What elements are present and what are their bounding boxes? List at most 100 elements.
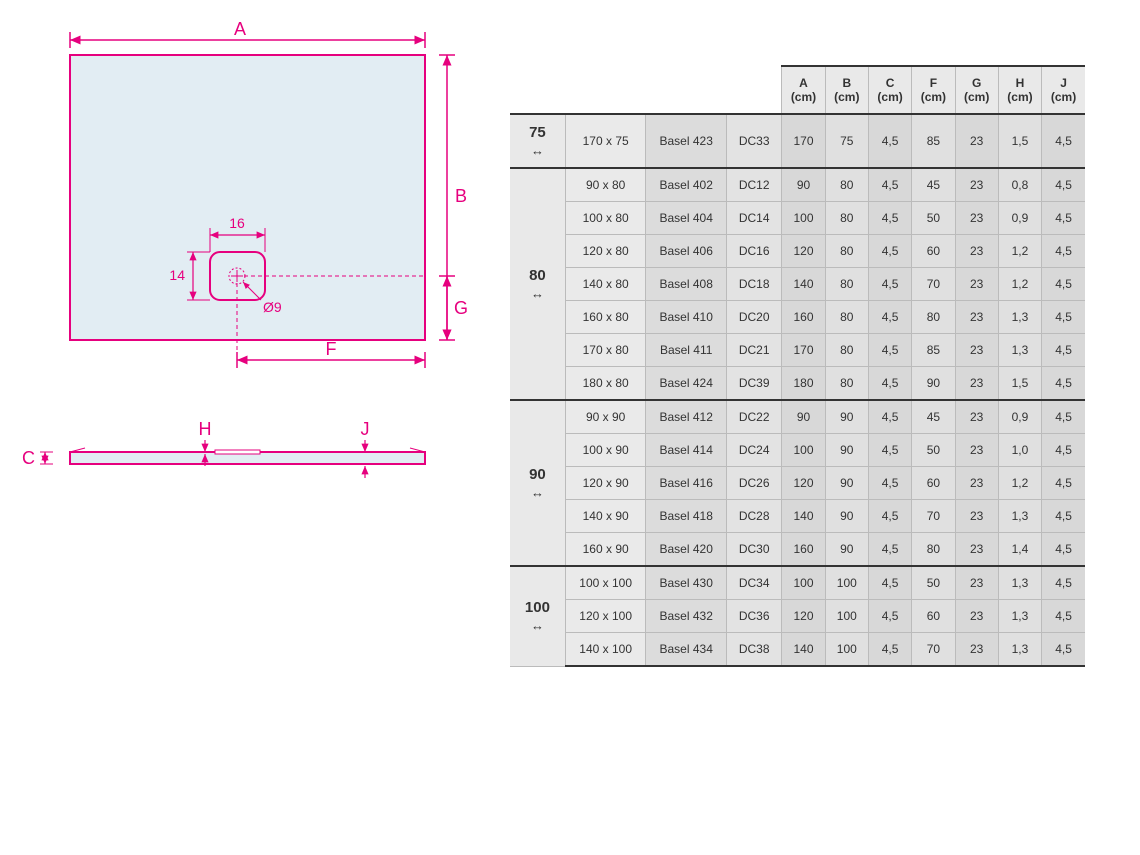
dim-G: 23	[955, 168, 998, 202]
dim-C: 4,5	[868, 367, 911, 401]
dim-A: 90	[782, 168, 825, 202]
dim-J: 4,5	[1042, 600, 1085, 633]
dim-G: 23	[955, 301, 998, 334]
table-row: 170 x 80Basel 411DC21170804,585231,34,5	[510, 334, 1085, 367]
dim-B: 80	[825, 301, 868, 334]
dim-F: 70	[912, 633, 955, 667]
dim-A: 160	[782, 533, 825, 567]
dim-B: 80	[825, 202, 868, 235]
dim-A: 170	[782, 334, 825, 367]
dim-F: 70	[912, 500, 955, 533]
dim-F: 90	[912, 367, 955, 401]
dim-B: 80	[825, 367, 868, 401]
dim-H: 1,3	[998, 334, 1041, 367]
dim-F: 50	[912, 202, 955, 235]
dim-H: 1,3	[998, 301, 1041, 334]
dim-label-C: C	[22, 448, 35, 468]
size-cell: 170 x 75	[565, 114, 646, 168]
code-cell: DC33	[726, 114, 781, 168]
dim-J: 4,5	[1042, 566, 1085, 600]
size-cell: 160 x 80	[565, 301, 646, 334]
dim-B: 80	[825, 334, 868, 367]
dim-F: 45	[912, 400, 955, 434]
dim-A: 90	[782, 400, 825, 434]
table-row: 160 x 80Basel 410DC20160804,580231,34,5	[510, 301, 1085, 334]
table-row: 140 x 100Basel 434DC381401004,570231,34,…	[510, 633, 1085, 667]
code-cell: DC30	[726, 533, 781, 567]
dim-A: 100	[782, 566, 825, 600]
model-cell: Basel 408	[646, 268, 727, 301]
dim-J: 4,5	[1042, 114, 1085, 168]
dim-H: 1,0	[998, 434, 1041, 467]
col-C: C (cm)	[868, 66, 911, 114]
dim-J: 4,5	[1042, 633, 1085, 667]
dim-C: 4,5	[868, 268, 911, 301]
model-cell: Basel 424	[646, 367, 727, 401]
dim-B: 80	[825, 268, 868, 301]
size-cell: 170 x 80	[565, 334, 646, 367]
table-row: 180 x 80Basel 424DC39180804,590231,54,5	[510, 367, 1085, 401]
dim-F: 50	[912, 434, 955, 467]
dim-label-H: H	[199, 419, 212, 439]
size-cell: 100 x 90	[565, 434, 646, 467]
dim-H: 1,3	[998, 600, 1041, 633]
col-B: B (cm)	[825, 66, 868, 114]
dim-drain-w: 16	[229, 215, 245, 231]
model-cell: Basel 414	[646, 434, 727, 467]
size-cell: 100 x 80	[565, 202, 646, 235]
model-cell: Basel 432	[646, 600, 727, 633]
dim-G: 23	[955, 114, 998, 168]
model-cell: Basel 411	[646, 334, 727, 367]
col-H: H (cm)	[998, 66, 1041, 114]
dim-B: 100	[825, 566, 868, 600]
model-cell: Basel 434	[646, 633, 727, 667]
dim-label-F: F	[326, 339, 337, 359]
dim-G: 23	[955, 533, 998, 567]
code-cell: DC12	[726, 168, 781, 202]
dim-C: 4,5	[868, 633, 911, 667]
dim-J: 4,5	[1042, 268, 1085, 301]
dim-B: 90	[825, 533, 868, 567]
dim-label-G: G	[454, 298, 468, 318]
dim-A: 140	[782, 633, 825, 667]
size-cell: 180 x 80	[565, 367, 646, 401]
dim-H: 1,5	[998, 114, 1041, 168]
dim-A: 180	[782, 367, 825, 401]
table-row: 90↔90 x 90Basel 412DC2290904,545230,94,5	[510, 400, 1085, 434]
code-cell: DC39	[726, 367, 781, 401]
model-cell: Basel 430	[646, 566, 727, 600]
dim-H: 1,2	[998, 235, 1041, 268]
dim-G: 23	[955, 367, 998, 401]
dim-B: 80	[825, 235, 868, 268]
group-width: 90↔	[510, 400, 565, 566]
dim-J: 4,5	[1042, 301, 1085, 334]
dimensions-table: A (cm) B (cm) C (cm) F (cm) G (cm) H (cm…	[510, 65, 1085, 667]
size-cell: 140 x 90	[565, 500, 646, 533]
dim-J: 4,5	[1042, 467, 1085, 500]
spec-table: A (cm) B (cm) C (cm) F (cm) G (cm) H (cm…	[510, 65, 1085, 667]
dim-A: 140	[782, 268, 825, 301]
dim-C: 4,5	[868, 114, 911, 168]
size-cell: 90 x 90	[565, 400, 646, 434]
dim-C: 4,5	[868, 334, 911, 367]
size-cell: 160 x 90	[565, 533, 646, 567]
dim-C: 4,5	[868, 434, 911, 467]
model-cell: Basel 423	[646, 114, 727, 168]
dim-H: 0,9	[998, 202, 1041, 235]
dim-H: 1,5	[998, 367, 1041, 401]
dim-C: 4,5	[868, 500, 911, 533]
group-width: 75↔	[510, 114, 565, 168]
dim-H: 0,8	[998, 168, 1041, 202]
size-cell: 120 x 100	[565, 600, 646, 633]
dim-A: 120	[782, 235, 825, 268]
dim-B: 90	[825, 500, 868, 533]
model-cell: Basel 420	[646, 533, 727, 567]
dim-H: 1,3	[998, 566, 1041, 600]
table-row: 120 x 100Basel 432DC361201004,560231,34,…	[510, 600, 1085, 633]
dim-J: 4,5	[1042, 168, 1085, 202]
dim-F: 60	[912, 600, 955, 633]
dim-B: 100	[825, 600, 868, 633]
code-cell: DC36	[726, 600, 781, 633]
dim-C: 4,5	[868, 235, 911, 268]
dim-F: 45	[912, 168, 955, 202]
